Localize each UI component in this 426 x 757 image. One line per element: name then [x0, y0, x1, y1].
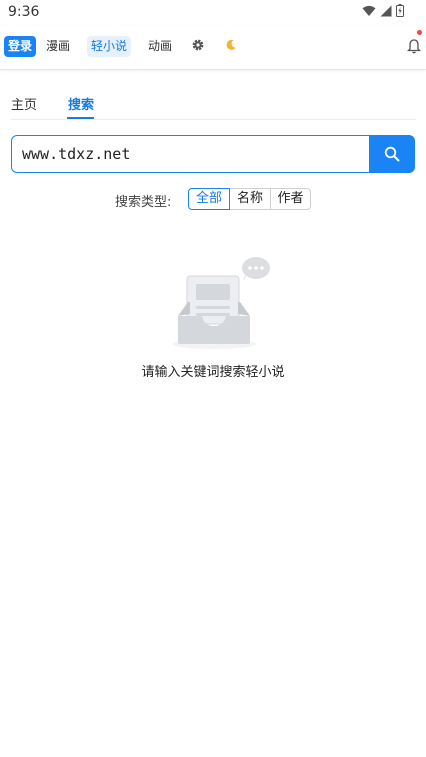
status-time: 9:36: [8, 4, 40, 20]
tab-home[interactable]: 主页: [11, 94, 37, 113]
status-bar: 9:36: [0, 0, 426, 26]
bell-icon[interactable]: [406, 38, 422, 54]
nav-anime[interactable]: 动画: [148, 36, 172, 57]
moon-icon[interactable]: [224, 38, 238, 52]
login-button[interactable]: 登录: [4, 36, 37, 57]
search-input[interactable]: [11, 135, 370, 173]
signal-icon: [380, 5, 392, 16]
empty-state-illustration: [172, 257, 270, 349]
nav-light-novel[interactable]: 轻小说: [87, 36, 132, 57]
gear-icon[interactable]: [191, 38, 205, 52]
nav-manga[interactable]: 漫画: [46, 36, 70, 57]
tab-active-indicator: [67, 117, 94, 119]
search-button[interactable]: [369, 135, 415, 173]
filter-option-name[interactable]: 名称: [229, 188, 271, 210]
search-bar: [11, 135, 415, 173]
top-nav: 登录 漫画 轻小说 动画: [0, 26, 426, 70]
tab-bar: 主页 搜索: [11, 86, 416, 120]
status-icons: [362, 4, 404, 17]
tab-search[interactable]: 搜索: [68, 94, 94, 113]
search-icon: [384, 146, 400, 162]
wifi-icon: [362, 5, 376, 16]
search-type-label: 搜索类型:: [115, 195, 172, 210]
filter-option-all[interactable]: 全部: [188, 188, 230, 210]
filter-option-author[interactable]: 作者: [270, 188, 311, 210]
battery-icon: [396, 4, 404, 17]
search-type-filter: 搜索类型: 全部 名称 作者: [0, 187, 426, 211]
notification-badge: [417, 30, 422, 35]
empty-state-message: 请输入关键词搜索轻小说: [141, 365, 285, 380]
